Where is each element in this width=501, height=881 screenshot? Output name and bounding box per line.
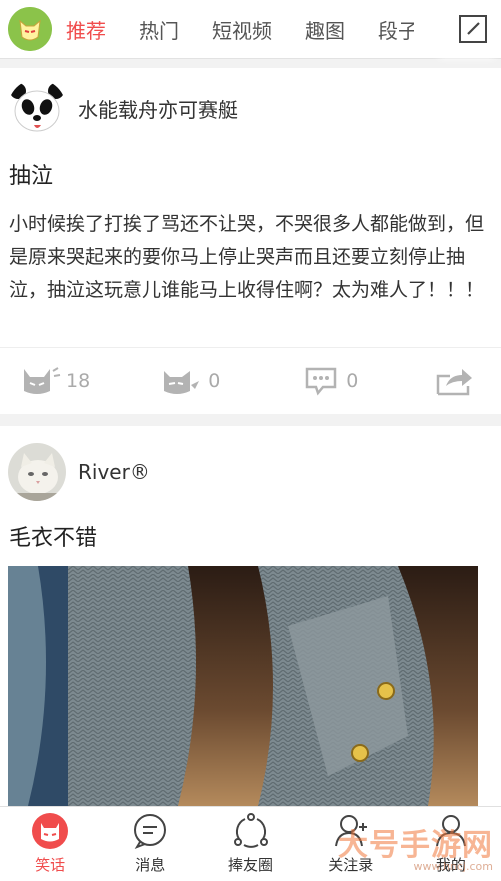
category-tabs: 推荐 热门 短视频 趣图 段子 xyxy=(66,0,414,58)
dislike-button[interactable]: 0 xyxy=(162,365,220,397)
username[interactable]: 水能载舟亦可赛艇 xyxy=(78,94,238,123)
post-title: 毛衣不错 xyxy=(9,526,98,551)
share-button[interactable] xyxy=(436,366,474,396)
post-card[interactable]: River® 毛衣不错 xyxy=(0,426,501,806)
nav-label: 我的 xyxy=(435,856,466,874)
nav-label: 消息 xyxy=(135,856,166,874)
app-logo[interactable] xyxy=(8,7,52,51)
message-icon xyxy=(134,814,167,849)
friends-circle-icon xyxy=(233,813,268,848)
bottom-nav: 笑话 消息 捧友圈 关注录 我的 xyxy=(0,806,501,881)
comment-button[interactable]: 0 xyxy=(304,366,358,396)
nav-label: 关注录 xyxy=(328,856,374,874)
nav-following[interactable]: 关注录 xyxy=(301,807,401,881)
post-body: 小时候挨了打挨了骂还不让哭，不哭很多人都能做到，但是原来哭起来的要你马上停止哭声… xyxy=(9,213,485,301)
post-card[interactable]: 水能载舟亦可赛艇 抽泣 小时候挨了打挨了骂还不让哭，不哭很多人都能做到，但是原来… xyxy=(0,68,501,414)
nav-profile[interactable]: 我的 xyxy=(401,807,501,881)
profile-icon xyxy=(435,815,466,847)
avatar[interactable] xyxy=(8,443,66,501)
jokes-icon xyxy=(32,813,69,849)
post-author[interactable]: River® xyxy=(0,426,501,518)
like-icon xyxy=(24,367,61,394)
edit-button[interactable] xyxy=(445,0,501,58)
like-button[interactable]: 18 xyxy=(22,365,90,397)
share-icon xyxy=(437,369,473,396)
tab-short-video[interactable]: 短视频 xyxy=(212,15,272,44)
comment-icon xyxy=(306,367,337,396)
nav-messages[interactable]: 消息 xyxy=(100,807,200,881)
username[interactable]: River® xyxy=(78,460,150,484)
dislike-count: 0 xyxy=(208,370,221,392)
nav-label: 笑话 xyxy=(35,856,66,874)
like-count: 18 xyxy=(66,370,91,392)
following-icon xyxy=(334,815,367,847)
comment-count: 0 xyxy=(346,370,359,392)
tab-fun-pics[interactable]: 趣图 xyxy=(305,15,345,44)
top-bar: 推荐 热门 短视频 趣图 段子 xyxy=(0,0,501,59)
nav-jokes[interactable]: 笑话 xyxy=(0,807,100,881)
nav-friends-circle[interactable]: 捧友圈 xyxy=(200,807,300,881)
post-actions: 18 0 0 xyxy=(0,347,501,414)
tab-recommend[interactable]: 推荐 xyxy=(66,15,106,44)
nav-label: 捧友圈 xyxy=(228,856,274,874)
post-title: 抽泣 xyxy=(9,164,54,189)
edit-icon xyxy=(459,15,487,43)
post-author[interactable]: 水能载舟亦可赛艇 xyxy=(0,68,501,148)
post-image[interactable] xyxy=(8,566,478,806)
tab-jokes[interactable]: 段子 xyxy=(378,15,414,44)
dislike-icon xyxy=(164,371,200,394)
tab-hot[interactable]: 热门 xyxy=(139,15,179,44)
avatar[interactable] xyxy=(8,79,66,137)
